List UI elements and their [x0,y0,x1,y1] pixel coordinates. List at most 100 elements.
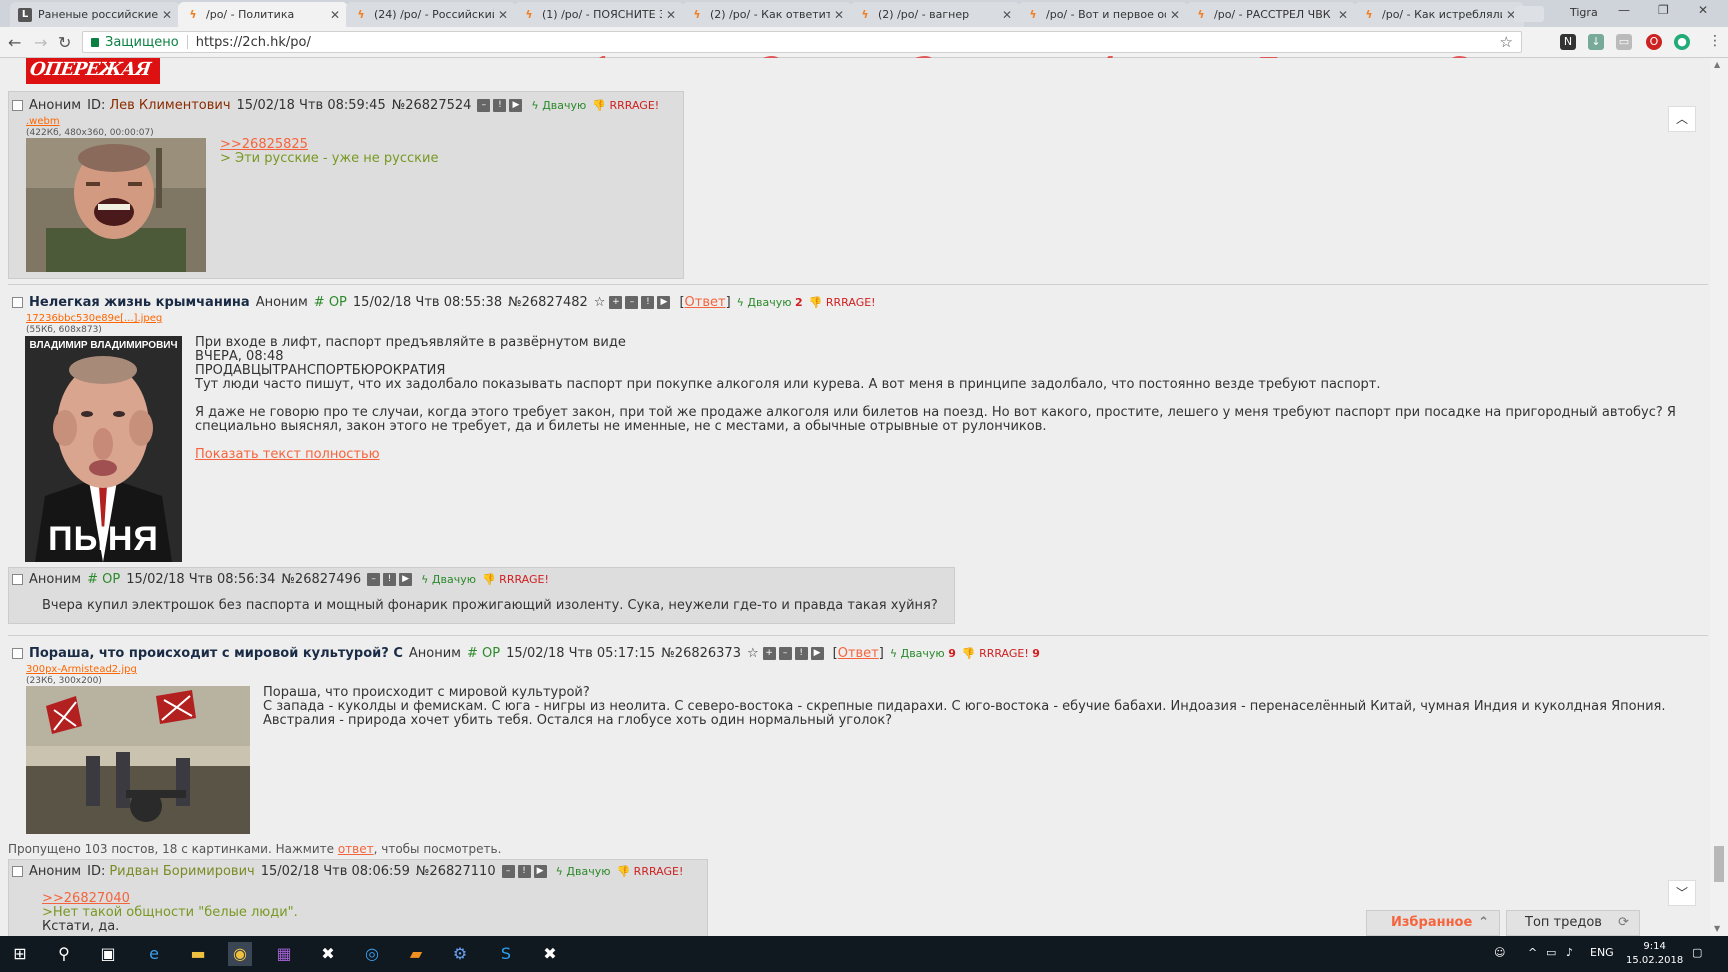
secure-indicator[interactable]: Защищено [91,35,179,50]
browser-tab[interactable]: ϟ (24) /po/ - Российский ✕ [346,2,516,27]
post-checkbox[interactable] [12,648,23,659]
browser-tab[interactable]: ϟ (2) /po/ - вагнер ✕ [850,2,1020,27]
file-explorer-icon[interactable]: ▬ [186,942,210,966]
app-x-icon[interactable]: ✖ [538,942,562,966]
browser-tab[interactable]: ϟ (2) /po/ - Как ответит П ✕ [682,2,852,27]
save-app-icon[interactable]: ▦ [272,942,296,966]
like-button[interactable]: ϟ Двачую 2 [737,296,803,309]
play-icon[interactable]: ▶ [399,573,413,586]
new-tab-button[interactable] [1514,6,1544,22]
restore-icon[interactable]: ❐ [1658,3,1669,17]
network-icon[interactable]: ▭ [1546,946,1556,959]
page-scrollbar[interactable]: ▲ ▼ [1710,58,1728,936]
scroll-down-button[interactable]: ﹀ [1668,880,1696,906]
post-number[interactable]: №26827496 [281,572,361,587]
chrome-icon[interactable]: ◉ [228,942,252,966]
like-button[interactable]: ϟ Двачую 9 [890,647,956,660]
like-button[interactable]: ϟ Двачую [531,99,586,112]
extension-n-icon[interactable]: N [1560,34,1576,50]
post-checkbox[interactable] [12,100,23,111]
skipped-reply-link[interactable]: ответ [338,842,374,856]
dislike-button[interactable]: 👎 RRRAGE! 9 [962,647,1040,660]
back-icon[interactable]: ← [8,33,21,52]
post-checkbox[interactable] [12,297,23,308]
edge-browser-icon[interactable]: e [142,942,166,966]
scroll-up-button[interactable]: ︿ [1668,106,1696,132]
report-icon[interactable]: ! [493,99,507,112]
post-number[interactable]: №26827482 [508,295,588,310]
sublime-icon[interactable]: ▰ [404,942,428,966]
post-number[interactable]: №26827110 [416,864,496,879]
post-checkbox[interactable] [12,866,23,877]
play-icon[interactable]: ▶ [657,296,671,309]
scroll-arrow-up-icon[interactable]: ▲ [1714,60,1720,69]
address-bar[interactable]: Защищено https://2ch.hk/po/ ☆ [82,31,1522,53]
volume-icon[interactable]: ♪ [1566,946,1573,959]
favorite-star-icon[interactable]: ☆ [594,295,606,310]
like-button[interactable]: ϟ Двачую [421,573,476,586]
close-icon[interactable]: ✕ [1002,8,1012,22]
post-checkbox[interactable] [12,574,23,585]
dislike-button[interactable]: 👎 RRRAGE! [482,573,549,586]
play-icon[interactable]: ▶ [533,865,547,878]
close-icon[interactable]: ✕ [330,8,340,22]
post-number[interactable]: №26827524 [392,98,472,113]
minimize-icon[interactable]: — [1618,3,1630,17]
like-button[interactable]: ϟ Двачую [556,865,611,878]
top-threads-panel-toggle[interactable]: Топ тредов ⟳ ⌃ [1506,910,1640,936]
dislike-button[interactable]: 👎 RRRAGE! [616,865,683,878]
play-icon[interactable]: ▶ [509,99,523,112]
file-name-link[interactable]: .webm [26,116,60,127]
close-icon[interactable]: ✕ [666,8,676,22]
report-icon[interactable]: ! [517,865,531,878]
close-icon[interactable]: ✕ [498,8,508,22]
network-app-icon[interactable]: ⚙ [448,942,472,966]
image-thumbnail[interactable] [26,686,250,834]
post-number[interactable]: №26826373 [661,646,741,661]
file-name-link[interactable]: 300px-Armistead2.jpg [26,664,137,675]
profile-label[interactable]: Tigra [1570,6,1598,19]
bookmark-star-icon[interactable]: ☆ [1500,33,1513,51]
favorites-panel-toggle[interactable]: Избранное ⌃ [1366,910,1500,936]
video-thumbnail[interactable] [26,138,206,272]
browser-tab[interactable]: ϟ /po/ - РАССТРЕЛ ЧВК В ✕ [1186,2,1356,27]
windows-start-icon[interactable]: ⊞ [8,942,32,966]
scroll-arrow-down-icon[interactable]: ▼ [1714,924,1720,933]
minus-icon[interactable]: – [625,296,639,309]
browser-tab[interactable]: ϟ (1) /po/ - ПОЯСНИТЕ З ✕ [514,2,684,27]
minus-icon[interactable]: – [501,865,515,878]
plus-icon[interactable]: + [762,647,776,660]
reply-reflink[interactable]: >>26825825 [220,138,438,152]
image-thumbnail[interactable]: ВЛАДИМИР ВЛАДИМИРОВИЧ ПЫНЯ [25,336,182,562]
close-icon[interactable]: ✕ [1338,8,1348,22]
app-x-icon[interactable]: ✖ [316,942,340,966]
reply-link[interactable]: Ответ [838,646,879,661]
reload-icon[interactable]: ↻ [58,33,71,52]
forward-icon[interactable]: → [34,33,47,52]
minus-icon[interactable]: – [778,647,792,660]
browser-tab[interactable]: L Раненые российские н ✕ [10,2,180,27]
scrollbar-thumb[interactable] [1714,846,1724,882]
file-name-link[interactable]: 17236bbc530e89e[...].jpeg [26,313,162,324]
report-icon[interactable]: ! [794,647,808,660]
reply-link[interactable]: Ответ [685,295,726,310]
browser-tab-active[interactable]: ϟ /po/ - Политика ✕ [178,2,348,27]
favorite-star-icon[interactable]: ☆ [747,646,759,661]
task-view-icon[interactable]: ▣ [96,942,120,966]
show-full-text-link[interactable]: Показать текст полностью [195,448,1695,462]
banner-image[interactable]: ОПЕРЕЖАЯ [26,58,160,84]
app-w-icon[interactable]: ◎ [360,942,384,966]
vpn-extension-icon[interactable]: ● [1674,34,1690,50]
dislike-button[interactable]: 👎 RRRAGE! [809,296,876,309]
report-icon[interactable]: ! [383,573,397,586]
url-text[interactable]: https://2ch.hk/po/ [196,35,311,50]
browser-tab[interactable]: ϟ /po/ - Вот и первое оф ✕ [1018,2,1188,27]
browser-tab[interactable]: ϟ /po/ - Как истребляли ✕ [1354,2,1524,27]
notifications-icon[interactable]: ▢ [1692,946,1702,959]
minus-icon[interactable]: – [367,573,381,586]
reply-reflink[interactable]: >>26827040 [42,892,298,906]
dislike-button[interactable]: 👎 RRRAGE! [592,99,659,112]
play-icon[interactable]: ▶ [810,647,824,660]
skype-icon[interactable]: S [494,942,518,966]
menu-icon[interactable]: ⋮ [1708,33,1722,49]
